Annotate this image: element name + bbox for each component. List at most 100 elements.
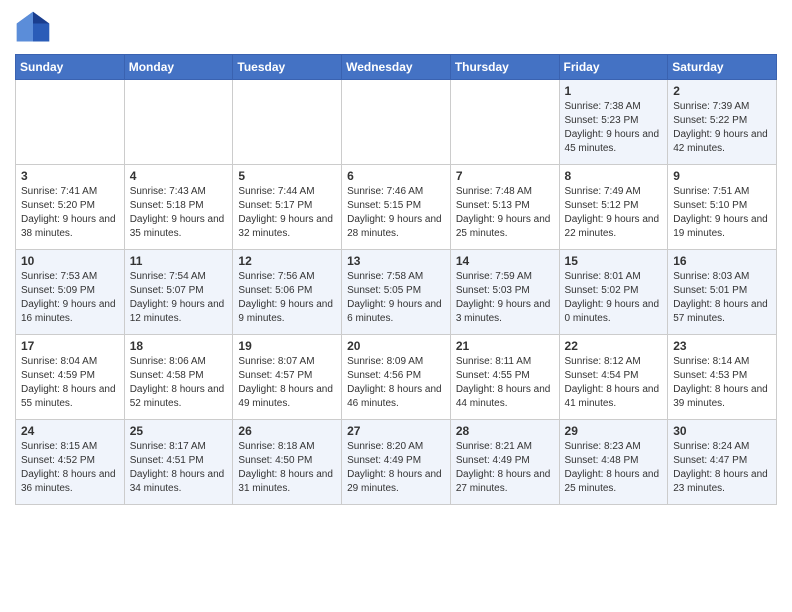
main-container: SundayMondayTuesdayWednesdayThursdayFrid… bbox=[0, 0, 792, 520]
day-info: Sunrise: 8:11 AM Sunset: 4:55 PM Dayligh… bbox=[456, 356, 551, 409]
day-cell: 25 Sunrise: 8:17 AM Sunset: 4:51 PM Dayli… bbox=[124, 420, 233, 505]
day-number: 1 bbox=[565, 84, 663, 98]
week-row-1: 1Sunrise: 7:38 AM Sunset: 5:23 PM Daylig… bbox=[16, 80, 777, 165]
day-info: Sunrise: 7:58 AM Sunset: 5:05 PM Dayligh… bbox=[347, 271, 442, 324]
day-info: Sunrise: 8:12 AM Sunset: 4:54 PM Dayligh… bbox=[565, 356, 660, 409]
day-cell bbox=[450, 80, 559, 165]
day-cell: 22Sunrise: 8:12 AM Sunset: 4:54 PM Dayli… bbox=[559, 335, 668, 420]
day-number: 8 bbox=[565, 169, 663, 183]
logo-icon bbox=[15, 10, 51, 46]
day-cell: 30Sunrise: 8:24 AM Sunset: 4:47 PM Dayli… bbox=[668, 420, 777, 505]
day-info: Sunrise: 8:17 AM Sunset: 4:51 PM Dayligh… bbox=[130, 441, 225, 494]
week-row-4: 17Sunrise: 8:04 AM Sunset: 4:59 PM Dayli… bbox=[16, 335, 777, 420]
day-info: Sunrise: 7:56 AM Sunset: 5:06 PM Dayligh… bbox=[238, 271, 333, 324]
day-number: 13 bbox=[347, 254, 445, 268]
day-number: 15 bbox=[565, 254, 663, 268]
day-info: Sunrise: 7:41 AM Sunset: 5:20 PM Dayligh… bbox=[21, 186, 116, 239]
day-number: 6 bbox=[347, 169, 445, 183]
day-number: 26 bbox=[238, 424, 336, 438]
day-info: Sunrise: 8:01 AM Sunset: 5:02 PM Dayligh… bbox=[565, 271, 660, 324]
day-info: Sunrise: 8:07 AM Sunset: 4:57 PM Dayligh… bbox=[238, 356, 333, 409]
day-cell: 13 Sunrise: 7:58 AM Sunset: 5:05 PM Dayli… bbox=[342, 250, 451, 335]
day-cell bbox=[16, 80, 125, 165]
day-cell: 28 Sunrise: 8:21 AM Sunset: 4:49 PM Dayli… bbox=[450, 420, 559, 505]
day-number: 10 bbox=[21, 254, 119, 268]
day-cell: 26Sunrise: 8:18 AM Sunset: 4:50 PM Dayli… bbox=[233, 420, 342, 505]
day-number: 12 bbox=[238, 254, 336, 268]
day-info: Sunrise: 7:39 AM Sunset: 5:22 PM Dayligh… bbox=[673, 101, 768, 154]
day-number: 18 bbox=[130, 339, 228, 353]
day-cell: 14 Sunrise: 7:59 AM Sunset: 5:03 PM Dayli… bbox=[450, 250, 559, 335]
day-cell: 2 Sunrise: 7:39 AM Sunset: 5:22 PM Daylig… bbox=[668, 80, 777, 165]
day-info: Sunrise: 8:23 AM Sunset: 4:48 PM Dayligh… bbox=[565, 441, 660, 494]
day-number: 7 bbox=[456, 169, 554, 183]
header bbox=[15, 10, 777, 46]
day-cell: 10 Sunrise: 7:53 AM Sunset: 5:09 PM Dayli… bbox=[16, 250, 125, 335]
calendar-table: SundayMondayTuesdayWednesdayThursdayFrid… bbox=[15, 54, 777, 505]
day-info: Sunrise: 8:15 AM Sunset: 4:52 PM Dayligh… bbox=[21, 441, 116, 494]
day-number: 3 bbox=[21, 169, 119, 183]
logo bbox=[15, 10, 57, 46]
day-cell: 20Sunrise: 8:09 AM Sunset: 4:56 PM Dayli… bbox=[342, 335, 451, 420]
day-info: Sunrise: 8:04 AM Sunset: 4:59 PM Dayligh… bbox=[21, 356, 116, 409]
day-cell: 1Sunrise: 7:38 AM Sunset: 5:23 PM Daylig… bbox=[559, 80, 668, 165]
day-cell: 19 Sunrise: 8:07 AM Sunset: 4:57 PM Dayli… bbox=[233, 335, 342, 420]
day-cell: 24 Sunrise: 8:15 AM Sunset: 4:52 PM Dayli… bbox=[16, 420, 125, 505]
day-number: 23 bbox=[673, 339, 771, 353]
day-number: 24 bbox=[21, 424, 119, 438]
day-cell: 15 Sunrise: 8:01 AM Sunset: 5:02 PM Dayli… bbox=[559, 250, 668, 335]
column-header-wednesday: Wednesday bbox=[342, 55, 451, 80]
header-row: SundayMondayTuesdayWednesdayThursdayFrid… bbox=[16, 55, 777, 80]
column-header-thursday: Thursday bbox=[450, 55, 559, 80]
day-cell: 5 Sunrise: 7:44 AM Sunset: 5:17 PM Daylig… bbox=[233, 165, 342, 250]
day-cell bbox=[342, 80, 451, 165]
day-info: Sunrise: 7:54 AM Sunset: 5:07 PM Dayligh… bbox=[130, 271, 225, 324]
day-cell: 7 Sunrise: 7:48 AM Sunset: 5:13 PM Daylig… bbox=[450, 165, 559, 250]
day-number: 19 bbox=[238, 339, 336, 353]
day-number: 20 bbox=[347, 339, 445, 353]
day-info: Sunrise: 8:21 AM Sunset: 4:49 PM Dayligh… bbox=[456, 441, 551, 494]
day-cell: 9 Sunrise: 7:51 AM Sunset: 5:10 PM Daylig… bbox=[668, 165, 777, 250]
day-info: Sunrise: 7:51 AM Sunset: 5:10 PM Dayligh… bbox=[673, 186, 768, 239]
day-cell: 21 Sunrise: 8:11 AM Sunset: 4:55 PM Dayli… bbox=[450, 335, 559, 420]
day-cell: 4 Sunrise: 7:43 AM Sunset: 5:18 PM Daylig… bbox=[124, 165, 233, 250]
column-header-friday: Friday bbox=[559, 55, 668, 80]
week-row-5: 24 Sunrise: 8:15 AM Sunset: 4:52 PM Dayli… bbox=[16, 420, 777, 505]
day-number: 21 bbox=[456, 339, 554, 353]
day-cell: 18 Sunrise: 8:06 AM Sunset: 4:58 PM Dayli… bbox=[124, 335, 233, 420]
day-number: 14 bbox=[456, 254, 554, 268]
day-number: 27 bbox=[347, 424, 445, 438]
day-info: Sunrise: 8:06 AM Sunset: 4:58 PM Dayligh… bbox=[130, 356, 225, 409]
day-info: Sunrise: 7:44 AM Sunset: 5:17 PM Dayligh… bbox=[238, 186, 333, 239]
column-header-tuesday: Tuesday bbox=[233, 55, 342, 80]
day-info: Sunrise: 8:14 AM Sunset: 4:53 PM Dayligh… bbox=[673, 356, 768, 409]
column-header-sunday: Sunday bbox=[16, 55, 125, 80]
day-cell: 3 Sunrise: 7:41 AM Sunset: 5:20 PM Daylig… bbox=[16, 165, 125, 250]
day-info: Sunrise: 7:49 AM Sunset: 5:12 PM Dayligh… bbox=[565, 186, 660, 239]
day-info: Sunrise: 7:59 AM Sunset: 5:03 PM Dayligh… bbox=[456, 271, 551, 324]
day-info: Sunrise: 7:48 AM Sunset: 5:13 PM Dayligh… bbox=[456, 186, 551, 239]
day-info: Sunrise: 8:24 AM Sunset: 4:47 PM Dayligh… bbox=[673, 441, 768, 494]
day-number: 11 bbox=[130, 254, 228, 268]
week-row-2: 3 Sunrise: 7:41 AM Sunset: 5:20 PM Daylig… bbox=[16, 165, 777, 250]
day-info: Sunrise: 7:46 AM Sunset: 5:15 PM Dayligh… bbox=[347, 186, 442, 239]
column-header-monday: Monday bbox=[124, 55, 233, 80]
day-number: 28 bbox=[456, 424, 554, 438]
day-number: 29 bbox=[565, 424, 663, 438]
day-number: 9 bbox=[673, 169, 771, 183]
day-cell: 12 Sunrise: 7:56 AM Sunset: 5:06 PM Dayli… bbox=[233, 250, 342, 335]
day-info: Sunrise: 8:20 AM Sunset: 4:49 PM Dayligh… bbox=[347, 441, 442, 494]
day-number: 25 bbox=[130, 424, 228, 438]
day-number: 2 bbox=[673, 84, 771, 98]
day-info: Sunrise: 7:53 AM Sunset: 5:09 PM Dayligh… bbox=[21, 271, 116, 324]
day-cell: 6 Sunrise: 7:46 AM Sunset: 5:15 PM Daylig… bbox=[342, 165, 451, 250]
day-cell: 27 Sunrise: 8:20 AM Sunset: 4:49 PM Dayli… bbox=[342, 420, 451, 505]
day-number: 4 bbox=[130, 169, 228, 183]
day-number: 16 bbox=[673, 254, 771, 268]
day-info: Sunrise: 7:43 AM Sunset: 5:18 PM Dayligh… bbox=[130, 186, 225, 239]
day-cell: 29 Sunrise: 8:23 AM Sunset: 4:48 PM Dayli… bbox=[559, 420, 668, 505]
day-info: Sunrise: 8:03 AM Sunset: 5:01 PM Dayligh… bbox=[673, 271, 768, 324]
day-cell: 16 Sunrise: 8:03 AM Sunset: 5:01 PM Dayli… bbox=[668, 250, 777, 335]
day-number: 5 bbox=[238, 169, 336, 183]
column-header-saturday: Saturday bbox=[668, 55, 777, 80]
